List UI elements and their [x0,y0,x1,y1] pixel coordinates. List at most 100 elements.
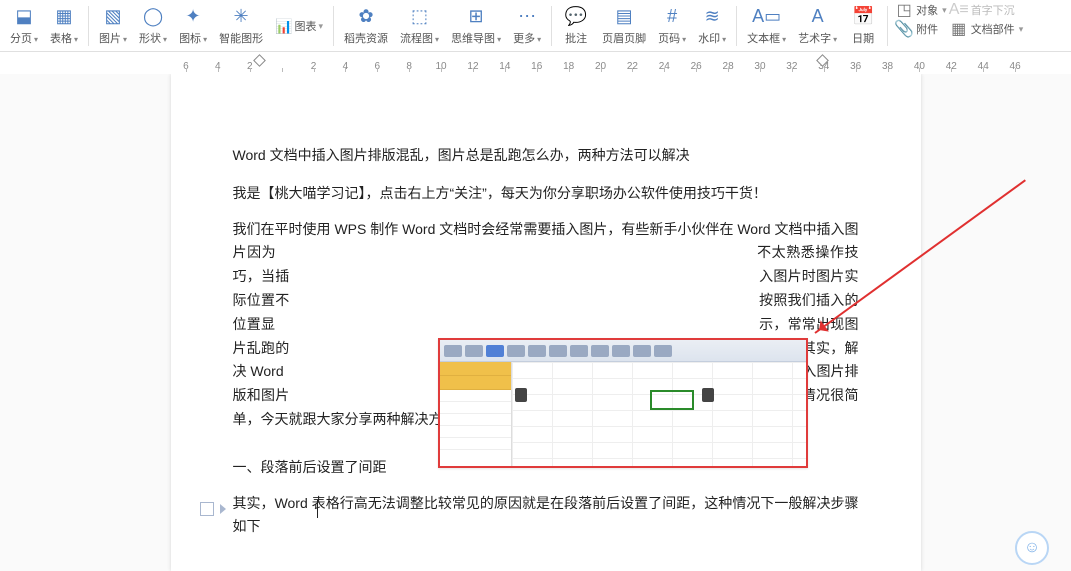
dropcap-icon: A≡ [951,2,967,18]
embedded-toolbar [440,340,806,362]
toolbar-date-button[interactable]: 📅 日期 [843,2,883,46]
ruler-tick: 28 [712,61,744,72]
docparts-icon: ▦ [951,21,967,37]
toolbar-picture-button[interactable]: ▧ 图片▾ [93,2,133,46]
ruler-tick: 4 [202,61,234,72]
margin-control[interactable] [200,502,226,516]
dropcap-label: 首字下沉 [971,2,1015,18]
document-area: Word 文档中插入图片排版混乱，图片总是乱跑怎么办，两种方法可以解决 我是【桃… [0,74,1071,571]
smartart-icon: ✳ [227,4,255,28]
docparts-button[interactable]: ▦ 文档部件 ▾ [951,21,1024,37]
toolbar-pagenum-button[interactable]: #页码▾ [652,2,692,46]
toolbar-chart-button[interactable]: 📊图表▾ [269,2,329,48]
toolbar-item-label: 智能图形 [219,30,263,46]
help-chat-button[interactable]: ☺ [1015,531,1049,565]
ruler-tick: 12 [457,61,489,72]
toolbar-separator [736,6,737,46]
toolbar-smartart-button[interactable]: ✳ 智能图形 [213,2,269,46]
ruler-tick: 8 [393,61,425,72]
ruler-tick: 16 [521,61,553,72]
ruler-tick: 6 [361,61,393,72]
ruler-tick: 24 [648,61,680,72]
page[interactable]: Word 文档中插入图片排版混乱，图片总是乱跑怎么办，两种方法可以解决 我是【桃… [171,74,921,571]
flowchart-icon: ⬚ [406,4,434,28]
toolbar-item-label: 分页▾ [10,30,38,46]
toolbar-item-label: 表格▾ [50,30,78,46]
ribbon-toolbar: ⬓分页▾▦表格▾▧图片▾◯形状▾✦图标▾✳智能图形📊图表▾✿稻壳资源⬚流程图▾⊞… [0,0,1071,52]
ruler-tick: 30 [744,61,776,72]
toolbar-flowchart-button[interactable]: ⬚ 流程图▾ [394,2,445,46]
toolbar-wordart-button[interactable]: A艺术字▾ [792,2,843,46]
toolbar-item-label: 页眉页脚 [602,30,646,46]
more-icon: ⋯ [513,4,541,28]
toolbar-headerfooter-button[interactable]: ▤ 页眉页脚 [596,2,652,46]
textbox-icon: A▭ [753,4,781,28]
toolbar-item-label: 艺术字▾ [798,30,837,46]
comment-icon: 💬 [562,4,590,28]
toolbar-shapes-button[interactable]: ◯形状▾ [133,2,173,46]
toolbar-right-group: ◳ 对象 ▾ 📎 附件 [896,2,947,37]
toolbar-item-label: 稻壳资源 [344,30,388,46]
embedded-callout-1 [515,388,527,402]
ruler-tick: 2 [298,61,330,72]
toolbar-watermark-button[interactable]: ≋ 水印▾ [692,2,732,46]
toolbar-table-button[interactable]: ▦表格▾ [44,2,84,46]
toolbar-item-label: 更多▾ [513,30,541,46]
toolbar-item-label: 流程图▾ [400,30,439,46]
toolbar-item-label: 文本框▾ [747,30,786,46]
toolbar-comment-button[interactable]: 💬批注 [556,2,596,46]
paperclip-icon: 📎 [896,21,912,37]
paragraph-body-2: 其实，Word 表格行高无法调整比较常见的原因就是在段落前后设置了间距，这种情况… [233,492,859,540]
dropcap-button[interactable]: A≡ 首字下沉 [951,2,1024,18]
toolbar-item-label: 图片▾ [99,30,127,46]
embedded-sheet-grid [512,362,806,466]
toolbar-separator [887,6,888,46]
toolbar-textbox-button[interactable]: A▭ 文本框▾ [741,2,792,46]
ruler-tick: 42 [935,61,967,72]
paragraph-title: Word 文档中插入图片排版混乱，图片总是乱跑怎么办，两种方法可以解决 [233,144,859,168]
ruler-tick: 18 [553,61,585,72]
docer-icon: ✿ [352,4,380,28]
watermark-icon: ≋ [698,4,726,28]
horizontal-ruler[interactable]: 6422468101214161820222426283032343638404… [0,52,1071,74]
toolbar-item-label: 水印▾ [698,30,726,46]
toolbar-mindmap-button[interactable]: ⊞思维导图▾ [445,2,507,46]
ruler-tick: 40 [903,61,935,72]
toolbar-pagebreak-button[interactable]: ⬓ 分页▾ [4,2,44,46]
toolbar-docer-button[interactable]: ✿ 稻壳资源 [338,2,394,46]
smiley-icon: ☺ [1024,539,1040,557]
toolbar-right-group-2: A≡ 首字下沉 ▦ 文档部件 ▾ [951,2,1024,37]
toolbar-items: ⬓ 分页▾ ▦表格▾ ▧ 图片▾ ◯形状▾✦图标▾ ✳ 智能图形 📊图表▾ ✿ 稻壳资源 ⬚ 流程图▾ ⊞… [4,2,883,50]
ruler-tick: 20 [585,61,617,72]
headerfooter-icon: ▤ [610,4,638,28]
toolbar-item-label: 图表 [295,18,317,34]
toolbar-separator [333,6,334,46]
paragraph-intro: 我是【桃大喵学习记】，点击右上方“关注”，每天为你分享职场办公软件使用技巧干货！ [233,182,859,206]
object-button[interactable]: ◳ 对象 ▾ [896,2,947,18]
icons-icon: ✦ [179,4,207,28]
object-icon: ◳ [896,2,912,18]
ruler-tick: 36 [840,61,872,72]
margin-triangle-icon [220,504,226,514]
embedded-cell-selection [652,392,692,408]
docparts-label: 文档部件 [971,21,1015,37]
toolbar-item-label: 日期 [852,30,874,46]
toolbar-more-button[interactable]: ⋯ 更多▾ [507,2,547,46]
ruler-tick: 6 [170,61,202,72]
attachment-button[interactable]: 📎 附件 [896,21,947,37]
ruler-tick: 10 [425,61,457,72]
embedded-row-headers [440,362,512,466]
ruler-tick: 38 [872,61,904,72]
ruler-tick: 4 [329,61,361,72]
pagebreak-icon: ⬓ [10,4,38,28]
mindmap-icon: ⊞ [462,4,490,28]
text-cursor [317,500,318,518]
embedded-screenshot[interactable] [438,338,808,468]
ruler-tick: 26 [680,61,712,72]
embedded-callout-2 [702,388,714,402]
toolbar-icons-button[interactable]: ✦图标▾ [173,2,213,46]
picture-icon: ▧ [99,4,127,28]
date-icon: 📅 [849,4,877,28]
toolbar-separator [88,6,89,46]
ruler-tick: 32 [776,61,808,72]
